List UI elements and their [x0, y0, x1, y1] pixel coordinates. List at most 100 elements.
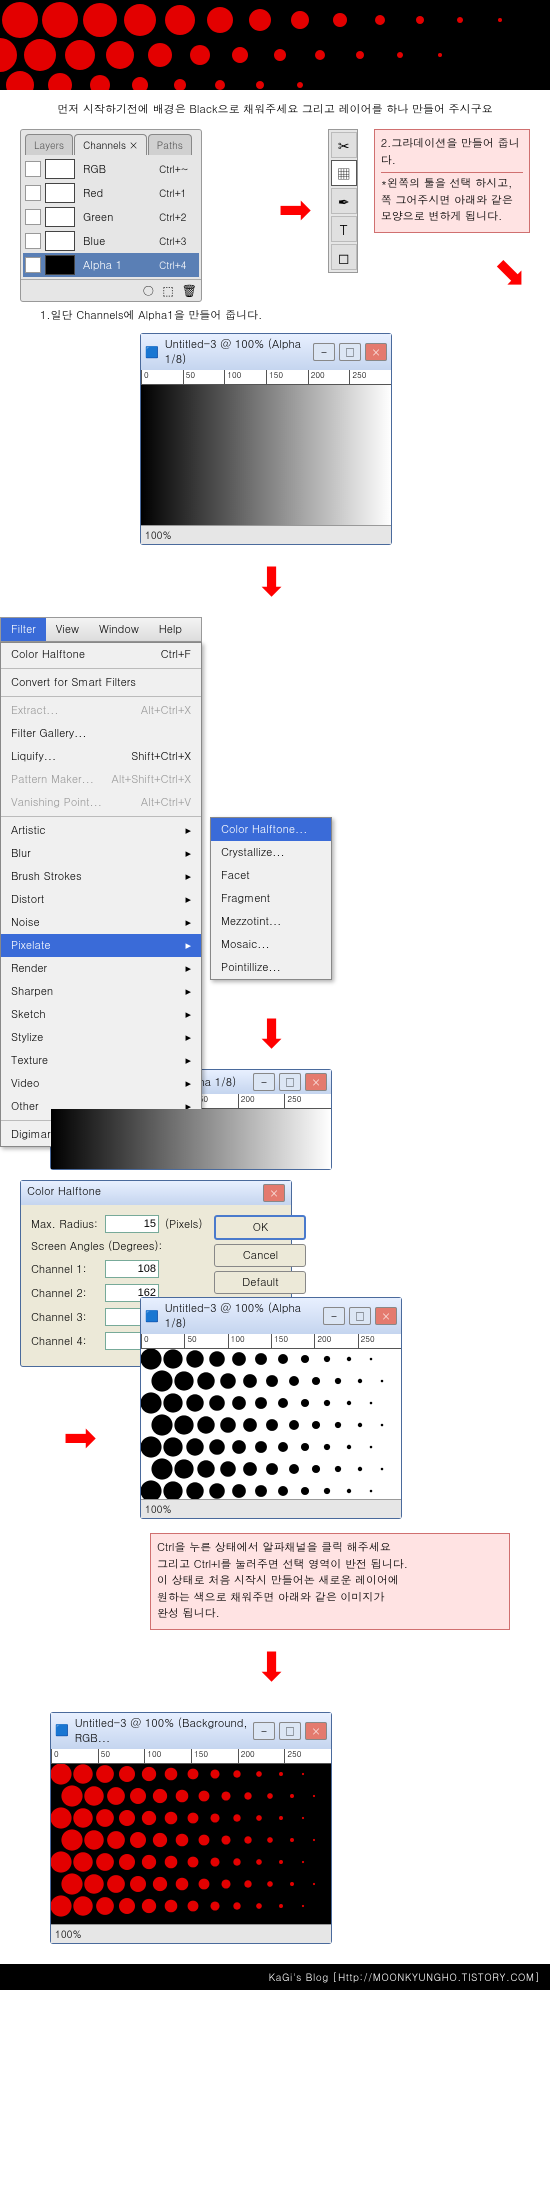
note-gradient: 2.그라데이션을 만들어 줍니다. *왼쪽의 툴을 선택 하시고, 쪽 그어주시…	[374, 129, 530, 233]
ok-button[interactable]: OK	[214, 1215, 306, 1240]
final-canvas[interactable]	[51, 1764, 331, 1924]
minimize-button[interactable]: –	[253, 1073, 275, 1091]
zoom-label: 100%	[141, 525, 391, 544]
tool-shape[interactable]: ◻	[331, 244, 357, 270]
menu-convert[interactable]: Convert for Smart Filters	[1, 671, 201, 694]
submenu-item[interactable]: Crystallize...	[211, 841, 331, 864]
arrow-icon: ➡	[63, 1407, 97, 1463]
channel-row[interactable]: RGB Ctrl+~	[23, 157, 199, 181]
ps-icon: 🟦	[55, 1723, 69, 1738]
channel-row[interactable]: RedCtrl+1	[23, 181, 199, 205]
submenu-item[interactable]: Fragment	[211, 887, 331, 910]
menu-item-artistic[interactable]: Artistic▸	[1, 819, 201, 842]
filter-dropdown: Color HalftoneCtrl+F Convert for Smart F…	[0, 642, 202, 1147]
ruler: 050100150200250	[141, 370, 391, 385]
tab-layers[interactable]: Layers	[25, 134, 73, 155]
submenu-item[interactable]: Mosaic...	[211, 933, 331, 956]
max-radius-input[interactable]	[105, 1215, 159, 1233]
menu-item-noise[interactable]: Noise▸	[1, 911, 201, 934]
hero-halftone	[0, 0, 550, 90]
channel-name: Alpha 1	[79, 258, 155, 273]
menu-item-render[interactable]: Render▸	[1, 957, 201, 980]
halftone-canvas[interactable]	[141, 1349, 401, 1499]
ruler: 050100150200250	[141, 1334, 401, 1349]
menu-item[interactable]: Filter Gallery...	[1, 722, 201, 745]
minimize-button[interactable]: –	[323, 1307, 345, 1325]
menu-item-pixelate[interactable]: Pixelate▸	[1, 934, 201, 957]
cancel-button[interactable]: Cancel	[214, 1244, 306, 1267]
close-button[interactable]: ×	[365, 343, 387, 361]
menu-item-sharpen[interactable]: Sharpen▸	[1, 980, 201, 1003]
document-window-final: 🟦 Untitled-3 @ 100% (Background, RGB... …	[50, 1712, 332, 1944]
menu-window[interactable]: Window	[89, 618, 149, 641]
channel-row[interactable]: 👁Alpha 1Ctrl+4	[23, 253, 199, 277]
menu-item-texture[interactable]: Texture▸	[1, 1049, 201, 1072]
channel-row[interactable]: GreenCtrl+2	[23, 205, 199, 229]
footer: KaGi's Blog [Http://MOONKYUNGHO.TISTORY.…	[0, 1964, 550, 1990]
window-title: Untitled-3 @ 100% (Background, RGB...	[73, 1716, 249, 1746]
tab-channels[interactable]: Channels ×	[74, 134, 147, 155]
visibility-icon[interactable]	[25, 161, 41, 177]
note2-title: 2.그라데이션을 만들어 줍니다.	[381, 136, 523, 173]
submenu-item[interactable]: Pointillize...	[211, 956, 331, 979]
gradient-canvas[interactable]	[51, 1109, 331, 1169]
toolbox: ✂ ▦ ✒ T ◻	[328, 129, 358, 273]
tool-pen[interactable]: ✒	[331, 188, 357, 214]
menu-item-blur[interactable]: Blur▸	[1, 842, 201, 865]
channels-panel: Layers Channels × Paths RGBCtrl+~RedCtrl…	[20, 129, 202, 302]
zoom-label: 100%	[141, 1499, 401, 1518]
menu-help[interactable]: Help	[149, 618, 192, 641]
menu-item: Extract...Alt+Ctrl+X	[1, 699, 201, 722]
maximize-button[interactable]: □	[279, 1722, 301, 1740]
channel-shortcut: Ctrl+~	[159, 162, 197, 176]
menu-item-brush-strokes[interactable]: Brush Strokes▸	[1, 865, 201, 888]
close-button[interactable]: ×	[375, 1307, 397, 1325]
menu-item-sketch[interactable]: Sketch▸	[1, 1003, 201, 1026]
channel-label: Channel 3:	[31, 1310, 99, 1325]
maximize-button[interactable]: □	[339, 343, 361, 361]
tab-paths[interactable]: Paths	[148, 134, 192, 155]
visibility-icon[interactable]	[25, 185, 41, 201]
menu-item-video[interactable]: Video▸	[1, 1072, 201, 1095]
menu-item-distort[interactable]: Distort▸	[1, 888, 201, 911]
visibility-icon[interactable]: 👁	[25, 257, 41, 273]
maximize-button[interactable]: □	[279, 1073, 301, 1091]
channel-label: Channel 4:	[31, 1334, 99, 1349]
close-button[interactable]: ×	[305, 1722, 327, 1740]
minimize-button[interactable]: –	[253, 1722, 275, 1740]
tool-lasso[interactable]: ✂	[331, 132, 357, 158]
channel-input[interactable]	[105, 1260, 159, 1278]
menu-item[interactable]: Liquify...Shift+Ctrl+X	[1, 745, 201, 768]
menu-recent[interactable]: Color HalftoneCtrl+F	[1, 643, 201, 666]
channel-swatch	[45, 183, 75, 203]
gradient-canvas[interactable]	[141, 385, 391, 525]
menu-view[interactable]: View	[46, 618, 89, 641]
minimize-button[interactable]: –	[313, 343, 335, 361]
tool-type[interactable]: T	[331, 216, 357, 242]
channel-row[interactable]: Blue Ctrl+3	[23, 229, 199, 253]
close-button[interactable]: ×	[305, 1073, 327, 1091]
dialog-title: Color Halftone	[27, 1184, 263, 1202]
maximize-button[interactable]: □	[349, 1307, 371, 1325]
menu-filter[interactable]: Filter	[1, 618, 46, 641]
menu-item-stylize[interactable]: Stylize▸	[1, 1026, 201, 1049]
arrow-icon: ➡	[247, 1016, 303, 1050]
default-button[interactable]: Default	[214, 1271, 306, 1294]
ps-icon: 🟦	[145, 345, 159, 360]
menu-item: Vanishing Point...Alt+Ctrl+V	[1, 791, 201, 814]
channel-shortcut: Ctrl+3	[159, 234, 197, 248]
tool-gradient[interactable]: ▦	[331, 160, 357, 186]
submenu-item[interactable]: Facet	[211, 864, 331, 887]
note-final: Ctrl을 누른 상태에서 알파채널을 클릭 해주세요 그리고 Ctrl+I를 …	[150, 1533, 510, 1630]
channel-name: Red	[79, 186, 155, 201]
close-button[interactable]: ×	[263, 1184, 285, 1202]
visibility-icon[interactable]	[25, 209, 41, 225]
visibility-icon[interactable]	[25, 233, 41, 249]
ps-icon: 🟦	[145, 1309, 159, 1324]
submenu-item[interactable]: Mezzotint...	[211, 910, 331, 933]
channel-name: Blue	[79, 234, 155, 249]
channel-name: RGB	[79, 162, 155, 177]
zoom-label: 100%	[51, 1924, 331, 1943]
submenu-item[interactable]: Color Halftone...	[211, 818, 331, 841]
channel-footer-icons[interactable]: ○ ⬚ 🗑	[21, 279, 201, 301]
